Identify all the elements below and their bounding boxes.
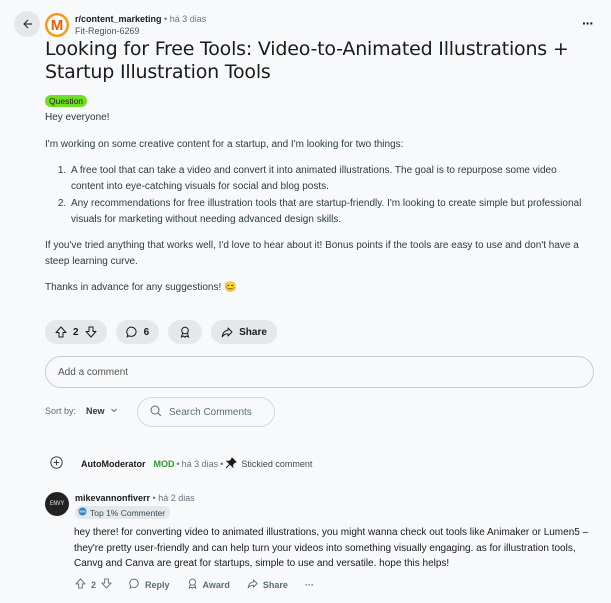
comment-icon: [129, 578, 140, 591]
reply-button[interactable]: Reply: [129, 578, 170, 591]
add-comment-input[interactable]: Add a comment: [45, 356, 594, 388]
share-icon: [221, 326, 233, 338]
back-button[interactable]: [14, 11, 40, 37]
post-meta: r/content_marketing • há 3 dias Fit-Regi…: [75, 13, 206, 37]
avatar-text: ENVY: [49, 500, 65, 507]
search-placeholder: Search Comments: [169, 406, 252, 418]
automod-username[interactable]: AutoModerator: [81, 459, 146, 469]
mod-badge: MOD: [153, 458, 175, 469]
subreddit-link[interactable]: r/content_marketing: [75, 14, 162, 24]
vote-count: 2: [73, 326, 79, 338]
award-label: Award: [202, 579, 230, 590]
stickied-label: Stickied comment: [241, 458, 313, 469]
comment-icon: [125, 326, 138, 338]
body-closing: If you've tried anything that works well…: [45, 240, 579, 267]
reply-label: Reply: [145, 579, 170, 590]
ellipsis-icon: ···: [582, 15, 594, 31]
award-button[interactable]: [168, 320, 203, 344]
sort-dropdown[interactable]: New: [86, 406, 118, 416]
award-icon: [187, 578, 198, 591]
more-options-button[interactable]: ···: [582, 15, 594, 31]
badge-label: Top 1% Commenter: [90, 507, 166, 518]
arrow-left-icon: [21, 18, 33, 30]
share-icon: [247, 578, 258, 591]
post-body: Hey everyone! I'm working on some creati…: [45, 110, 585, 307]
list-item: A free tool that can take a video and co…: [69, 163, 585, 194]
share-label: Share: [262, 579, 288, 590]
sort-value: New: [86, 406, 105, 416]
body-thanks: Thanks in advance for any suggestions! 😊: [45, 282, 237, 293]
commenter-avatar[interactable]: ENVY: [45, 492, 69, 516]
award-icon: [179, 326, 191, 338]
separator-dot: •: [220, 458, 224, 469]
automod-comment-collapsed: AutoModerator MOD • há 3 dias • Stickied…: [50, 456, 312, 471]
subreddit-avatar[interactable]: M: [45, 13, 69, 37]
ellipsis-icon: ···: [304, 579, 314, 590]
comment-text: hey there! for converting video to anima…: [74, 527, 589, 569]
body-greeting: Hey everyone!: [45, 112, 110, 123]
pin-icon: [225, 456, 238, 471]
upvote-icon[interactable]: [75, 578, 86, 591]
comment-vote-count: 2: [91, 579, 97, 590]
separator-dot: •: [176, 458, 180, 469]
body-intro: I'm working on some creative content for…: [45, 138, 404, 150]
comment-more-button[interactable]: ···: [305, 580, 314, 590]
expand-icon[interactable]: [50, 456, 63, 471]
comment-time: há 2 dias: [158, 493, 195, 503]
comment-actions: 2 Reply Award Share ···: [75, 578, 314, 591]
post-flair[interactable]: Question: [45, 95, 88, 107]
list-item: Any recommendations for free illustratio…: [69, 196, 585, 227]
sort-control: Sort by: New: [45, 406, 118, 416]
comment-username[interactable]: mikevannonfiverr: [75, 493, 150, 503]
chevron-down-icon: [110, 406, 118, 416]
comments-button[interactable]: 6: [115, 320, 160, 344]
search-comments-input[interactable]: Search Comments: [137, 397, 275, 427]
avatar-letter: M: [50, 16, 64, 34]
share-button[interactable]: Share: [211, 320, 277, 344]
automod-time: há 3 dias: [181, 458, 219, 469]
share-button[interactable]: Share: [247, 578, 288, 591]
body-list: A free tool that can take a video and co…: [69, 163, 585, 227]
post-title: Looking for Free Tools: Video-to-Animate…: [45, 38, 569, 83]
sort-label: Sort by:: [45, 406, 77, 416]
badge-icon: [78, 507, 87, 518]
search-icon: [150, 405, 162, 420]
award-button[interactable]: Award: [187, 578, 230, 591]
post-author[interactable]: Fit-Region-6269: [75, 25, 206, 37]
share-label: Share: [239, 326, 267, 338]
comment-count: 6: [143, 326, 150, 338]
post-actions: 2 6 Share: [45, 320, 277, 344]
comment-placeholder: Add a comment: [58, 366, 129, 378]
commenter-badge: Top 1% Commenter: [75, 506, 171, 519]
downvote-icon[interactable]: [85, 326, 97, 338]
post-time: há 3 dias: [169, 14, 207, 24]
downvote-icon[interactable]: [101, 578, 112, 591]
vote-control: 2: [45, 320, 107, 344]
upvote-icon[interactable]: [55, 326, 67, 338]
comment-vote-control: 2: [75, 578, 112, 591]
comment-header: mikevannonfiverr • há 2 dias: [75, 493, 195, 503]
